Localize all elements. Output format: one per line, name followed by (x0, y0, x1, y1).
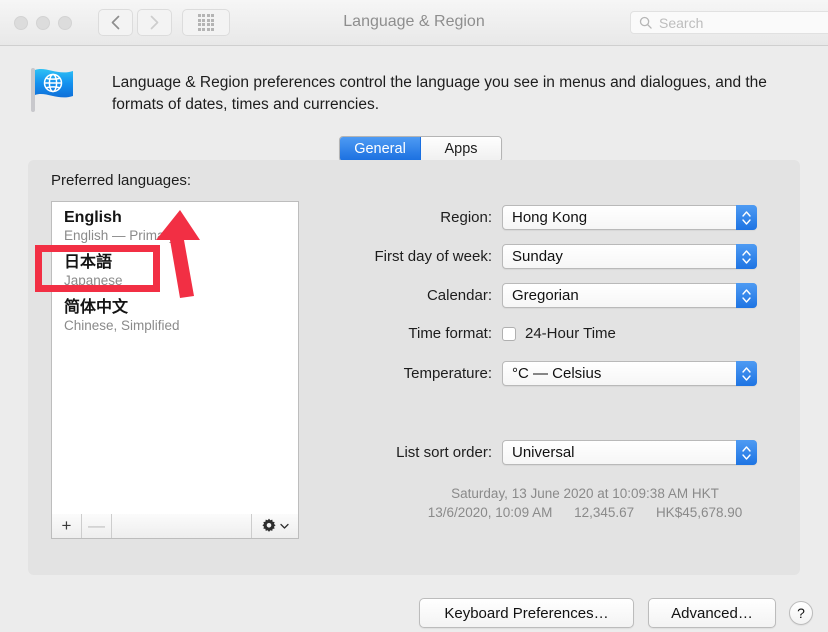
tab-general[interactable]: General (340, 137, 421, 161)
region-row: Region: Hong Kong (340, 205, 757, 230)
calendar-popup-button[interactable]: Gregorian (502, 283, 757, 308)
preview-number: 12,345.67 (574, 505, 635, 520)
temperature-popup-button[interactable]: °C — Celsius (502, 361, 757, 386)
language-list-footer: + — (51, 514, 299, 539)
time-format-row: Time format: 24-Hour Time (340, 325, 616, 342)
remove-language-button[interactable]: — (82, 514, 112, 538)
region-value: Hong Kong (512, 209, 588, 226)
preview-short-date: 13/6/2020, 10:09 AM (427, 505, 553, 520)
popup-stepper-icon (736, 440, 757, 465)
list-item[interactable]: 日本語 Japanese (52, 247, 298, 292)
language-sub-label: Japanese (64, 273, 123, 288)
search-icon (639, 16, 652, 29)
list-sort-order-row: List sort order: Universal (340, 440, 757, 465)
preview-currency: HK$45,678.90 (655, 505, 743, 520)
calendar-value: Gregorian (512, 287, 579, 304)
keyboard-preferences-button[interactable]: Keyboard Preferences… (419, 598, 634, 628)
preference-description: Language & Region preferences control th… (112, 74, 767, 113)
tab-apps[interactable]: Apps (421, 137, 501, 161)
24-hour-time-checkbox-row[interactable]: 24-Hour Time (502, 325, 616, 342)
search-input[interactable]: Search (630, 11, 828, 34)
list-item[interactable]: English English — Primary (52, 202, 298, 247)
language-native-name: English (64, 209, 122, 226)
footer-spacer (112, 514, 251, 538)
first-day-of-week-popup-button[interactable]: Sunday (502, 244, 757, 269)
temperature-value: °C — Celsius (512, 365, 602, 382)
gear-icon (262, 518, 276, 532)
advanced-button[interactable]: Advanced… (648, 598, 776, 628)
popup-stepper-icon (736, 244, 757, 269)
language-action-menu-button[interactable] (251, 514, 298, 538)
region-popup-button[interactable]: Hong Kong (502, 205, 757, 230)
chevron-down-icon (280, 523, 289, 529)
list-sort-order-value: Universal (512, 444, 575, 461)
format-preview: Saturday, 13 June 2020 at 10:09:38 AM HK… (380, 484, 790, 522)
region-label: Region: (440, 209, 492, 226)
language-native-name: 简体中文 (64, 299, 129, 316)
first-day-of-week-value: Sunday (512, 248, 563, 265)
language-native-name: 日本語 (64, 254, 113, 271)
temperature-row: Temperature: °C — Celsius (340, 361, 757, 386)
popup-stepper-icon (736, 361, 757, 386)
popup-stepper-icon (736, 283, 757, 308)
list-sort-order-label: List sort order: (396, 444, 492, 461)
tab-bar: General Apps (339, 136, 502, 162)
window-titlebar: Language & Region Search (0, 0, 828, 46)
preview-long-date: Saturday, 13 June 2020 at 10:09:38 AM HK… (451, 486, 719, 501)
calendar-row: Calendar: Gregorian (340, 283, 757, 308)
language-sub-label: Chinese, Simplified (64, 318, 180, 333)
language-sub-label: English — Primary (64, 228, 176, 243)
first-day-of-week-row: First day of week: Sunday (340, 244, 757, 269)
time-format-label: Time format: (408, 325, 492, 342)
popup-stepper-icon (736, 205, 757, 230)
first-day-of-week-label: First day of week: (374, 248, 492, 265)
24-hour-time-label: 24-Hour Time (525, 325, 616, 342)
add-language-button[interactable]: + (52, 514, 82, 538)
language-region-flag-icon (31, 68, 73, 112)
temperature-label: Temperature: (403, 365, 492, 382)
list-sort-order-popup-button[interactable]: Universal (502, 440, 757, 465)
preferred-languages-label: Preferred languages: (51, 172, 192, 189)
list-item[interactable]: 简体中文 Chinese, Simplified (52, 292, 298, 337)
help-button[interactable]: ? (789, 601, 813, 625)
search-placeholder: Search (659, 14, 704, 31)
preview-short-row: 13/6/2020, 10:09 AM 12,345.67 HK$45,678.… (380, 503, 790, 522)
preference-header: Language & Region preferences control th… (0, 46, 828, 130)
preferred-languages-list[interactable]: English English — Primary 日本語 Japanese 简… (51, 201, 299, 539)
24-hour-time-checkbox[interactable] (502, 326, 516, 341)
calendar-label: Calendar: (426, 287, 492, 304)
